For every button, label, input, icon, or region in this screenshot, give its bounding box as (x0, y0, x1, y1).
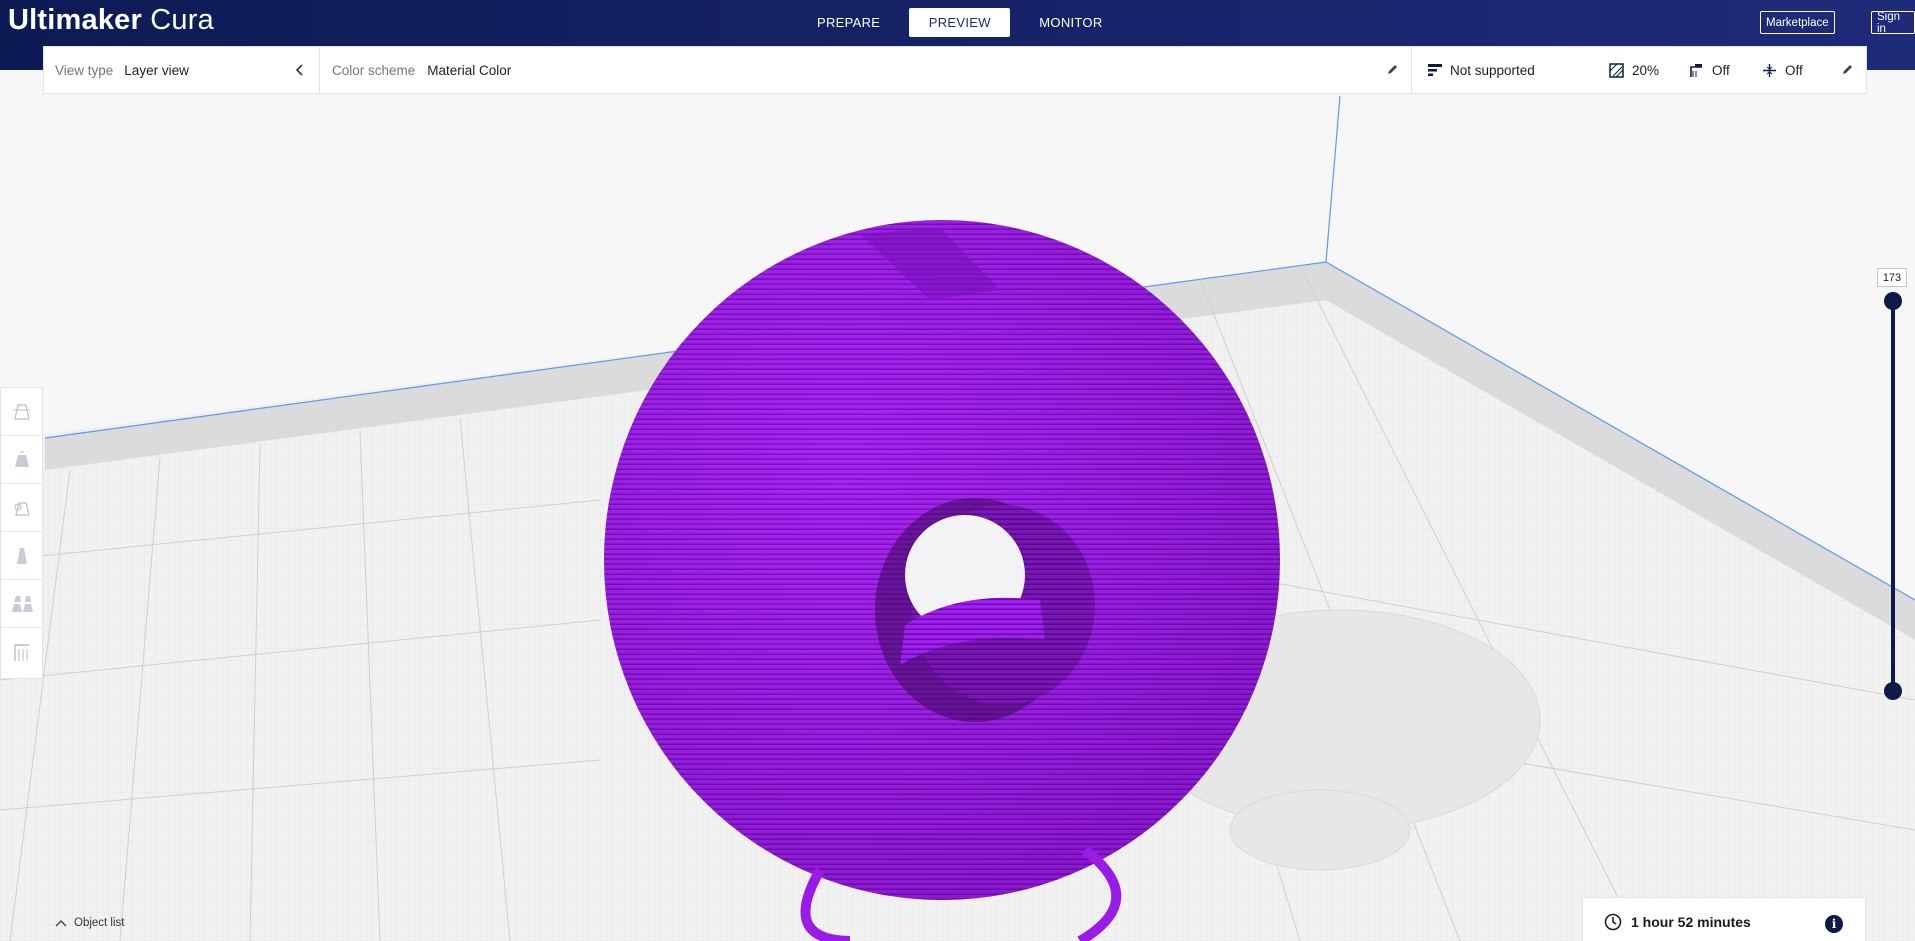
info-icon[interactable]: i (1825, 915, 1843, 933)
support-item: Off (1689, 47, 1730, 93)
per-model-settings-button[interactable] (1, 580, 43, 628)
tab-prepare[interactable]: PREPARE (794, 8, 903, 37)
sign-in-button[interactable]: Sign in (1871, 11, 1915, 35)
layer-number-input[interactable]: 173 (1877, 268, 1907, 287)
move-tool-button[interactable] (1, 388, 43, 436)
3d-viewport[interactable] (0, 0, 1915, 941)
scale-icon (15, 451, 29, 467)
support-value: Off (1712, 62, 1730, 78)
move-icon (14, 403, 30, 420)
profile-status: Not supported (1450, 62, 1535, 78)
infill-item: 20% (1609, 47, 1659, 93)
tool-panel (0, 387, 43, 679)
profile-item: Not supported (1428, 47, 1535, 93)
tab-preview[interactable]: PREVIEW (909, 8, 1011, 37)
mirror-tool-button[interactable] (1, 532, 43, 580)
chevron-left-icon[interactable] (293, 62, 307, 78)
layer-slider-upper-handle[interactable] (1884, 292, 1902, 310)
support-icon (1690, 63, 1702, 77)
color-scheme-value: Material Color (427, 62, 512, 78)
print-time: 1 hour 52 minutes (1631, 914, 1751, 930)
print-estimate-panel: 1 hour 52 minutes i (1582, 897, 1866, 941)
rotate-tool-button[interactable] (1, 484, 43, 532)
profile-icon (1428, 64, 1442, 76)
support-blocker-icon (14, 644, 29, 661)
pencil-icon[interactable] (1842, 63, 1854, 75)
view-type-selector[interactable]: View type Layer view (44, 47, 320, 93)
tab-monitor[interactable]: MONITOR (1016, 8, 1125, 37)
view-toolbar: View type Layer view Color scheme Materi… (43, 46, 1867, 94)
layer-slider-lower-handle[interactable] (1884, 682, 1902, 700)
pencil-icon[interactable] (1387, 63, 1399, 75)
infill-icon (1609, 62, 1624, 78)
object-list-toggle[interactable]: Object list (55, 917, 125, 929)
per-model-settings-icon (12, 595, 33, 612)
print-setup-selector[interactable]: Not supported 20% Off Off (1412, 47, 1866, 93)
app-logo: Ultimaker Cura (8, 4, 214, 36)
layer-slider-track[interactable] (1891, 300, 1895, 691)
mirror-icon (17, 547, 27, 564)
marketplace-button[interactable]: Marketplace (1760, 11, 1835, 34)
support-blocker-button[interactable] (1, 628, 43, 676)
adhesion-item: Off (1762, 47, 1803, 93)
scale-tool-button[interactable] (1, 436, 43, 484)
view-type-value: Layer view (124, 62, 189, 78)
adhesion-icon (1763, 63, 1776, 77)
view-type-label: View type (55, 62, 114, 78)
infill-value: 20% (1632, 62, 1660, 78)
stage-tabs: PREPARE PREVIEW MONITOR (794, 8, 1126, 37)
color-scheme-selector[interactable]: Color scheme Material Color (320, 47, 1412, 93)
color-scheme-label: Color scheme (332, 62, 416, 78)
object-list-label: Object list (74, 917, 125, 929)
chevron-up-icon (55, 920, 67, 927)
rotate-icon (14, 501, 30, 516)
adhesion-value: Off (1785, 62, 1803, 78)
clock-icon (1604, 913, 1622, 931)
